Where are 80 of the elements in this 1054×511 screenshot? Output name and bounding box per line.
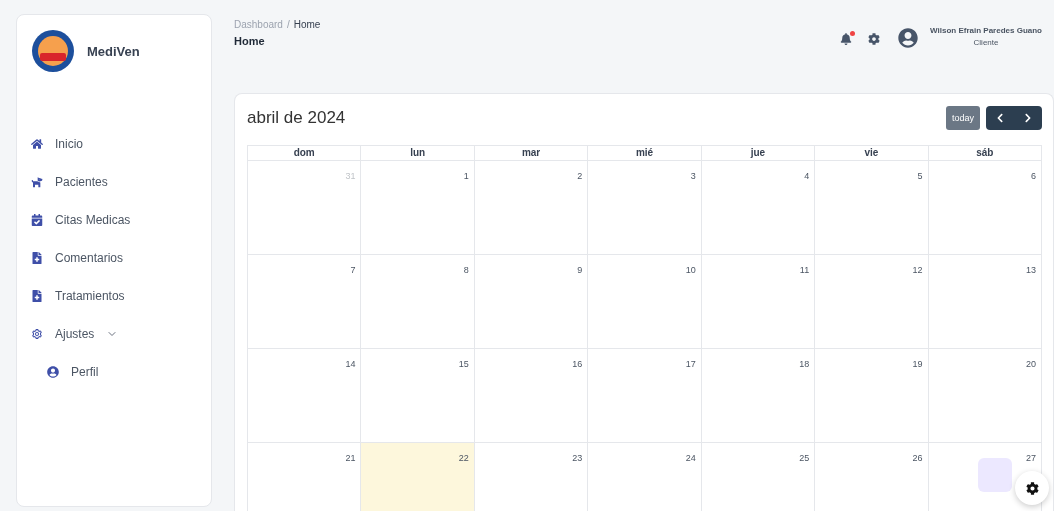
day-number: 15 — [458, 359, 469, 369]
sidebar-item[interactable]: Perfil — [31, 353, 197, 391]
day-cell[interactable]: 19 — [815, 349, 929, 443]
day-cell[interactable]: 17 — [588, 349, 702, 443]
next-button[interactable] — [1014, 106, 1042, 130]
day-number: 6 — [1031, 171, 1036, 181]
day-number: 25 — [799, 453, 810, 463]
day-number: 13 — [1026, 265, 1036, 275]
day-cell[interactable]: 18 — [701, 349, 816, 443]
day-number: 7 — [350, 265, 356, 275]
day-number: 16 — [572, 359, 583, 369]
day-number: 5 — [917, 171, 923, 181]
settings-icon — [1025, 481, 1039, 495]
day-cell[interactable]: 10 — [588, 255, 702, 349]
sidebar-item[interactable]: Ajustes — [31, 315, 197, 353]
day-cell[interactable]: 5 — [815, 161, 929, 255]
day-number: 24 — [685, 453, 696, 463]
day-cell[interactable]: 14 — [248, 349, 362, 443]
bell-icon[interactable] — [840, 33, 853, 45]
calendar-title: abril de 2024 — [247, 108, 346, 128]
sidebar-item[interactable]: Citas Medicas — [31, 201, 197, 239]
medical-file-icon — [31, 252, 43, 264]
day-number: 19 — [912, 359, 923, 369]
day-number: 12 — [912, 265, 923, 275]
day-number: 9 — [577, 265, 583, 275]
day-number: 22 — [458, 453, 469, 463]
today-button[interactable]: today — [945, 106, 980, 130]
day-cell[interactable]: 3 — [588, 161, 702, 255]
user-avatar-icon[interactable] — [898, 28, 919, 48]
day-number: 11 — [799, 265, 810, 275]
chevron-right-icon — [1023, 113, 1033, 123]
day-cell[interactable]: 9 — [474, 255, 589, 349]
day-cell[interactable]: 15 — [361, 349, 475, 443]
sidebar-item[interactable]: Inicio — [31, 125, 197, 163]
sidebar-item[interactable]: Pacientes — [31, 163, 197, 201]
day-number: 21 — [345, 453, 356, 463]
dog-icon — [31, 176, 43, 188]
day-number: 26 — [912, 453, 923, 463]
day-cell[interactable]: 7 — [248, 255, 362, 349]
day-number: 20 — [1026, 359, 1036, 369]
day-cell[interactable]: 20 — [928, 349, 1042, 443]
day-cell[interactable]: 4 — [701, 161, 816, 255]
day-cell[interactable]: 16 — [474, 349, 589, 443]
settings-icon[interactable] — [868, 33, 881, 45]
day-number: 10 — [685, 265, 696, 275]
calendar-icon — [31, 214, 43, 226]
day-number: 14 — [345, 359, 356, 369]
home-icon — [31, 138, 43, 150]
day-cell[interactable]: 11 — [701, 255, 816, 349]
day-number: 18 — [799, 359, 810, 369]
page-title: Home — [234, 35, 266, 47]
day-number: 3 — [690, 171, 696, 181]
medical-file-icon — [31, 290, 43, 302]
breadcrumb-separator: / — [286, 19, 290, 30]
day-cell[interactable]: 8 — [361, 255, 475, 349]
sidebar-item[interactable]: Comentarios — [31, 239, 197, 277]
chevron-left-icon — [995, 113, 1005, 123]
day-cell[interactable]: 22 — [361, 443, 475, 511]
day-cell[interactable]: 12 — [815, 255, 929, 349]
day-number: 23 — [572, 453, 583, 463]
day-number: 2 — [577, 171, 583, 181]
sidebar-item[interactable]: Tratamientos — [31, 277, 197, 315]
day-cell[interactable]: 13 — [928, 255, 1042, 349]
day-number: 1 — [463, 171, 469, 181]
clinic-logo — [31, 29, 75, 73]
day-number: 8 — [463, 265, 469, 275]
user-name: Wilson Efrain Paredes Guano — [930, 25, 1042, 37]
day-number: 4 — [804, 171, 810, 181]
brand-name: MediVen — [87, 43, 140, 59]
day-cell[interactable]: 2 — [474, 161, 589, 255]
settings-icon — [31, 328, 43, 340]
day-cell[interactable]: 6 — [928, 161, 1042, 255]
day-number: 31 — [345, 171, 356, 181]
user-role: Cliente — [972, 37, 1000, 49]
day-cell[interactable]: 1 — [361, 161, 475, 255]
day-number: 27 — [1026, 453, 1036, 463]
user-icon — [47, 366, 59, 378]
previous-button[interactable] — [986, 106, 1014, 130]
day-number: 17 — [685, 359, 696, 369]
breadcrumb-link[interactable]: Home — [293, 19, 321, 30]
